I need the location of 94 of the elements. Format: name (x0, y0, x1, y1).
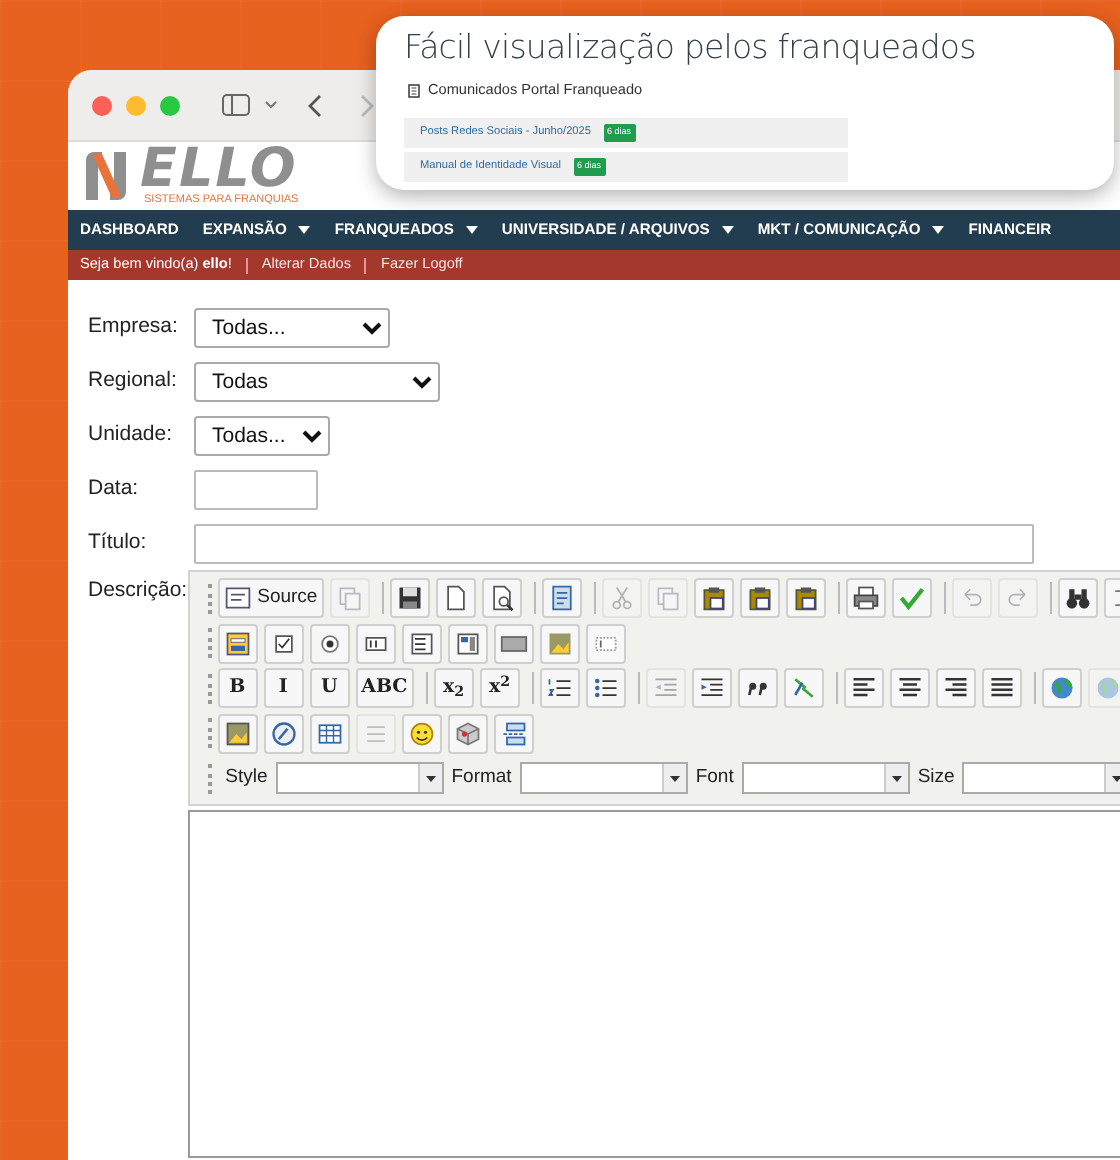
toolbar-button[interactable] (435, 578, 476, 619)
radio-icon (315, 629, 344, 658)
list-box-icon (453, 629, 482, 658)
copy-icon (335, 584, 364, 613)
sidebar-icon[interactable] (222, 94, 250, 116)
toolbar-button[interactable] (217, 713, 258, 754)
toolbar-button[interactable] (481, 578, 522, 619)
form-icon (223, 629, 252, 658)
page-break-icon (499, 719, 528, 748)
toolbar-button[interactable] (739, 578, 780, 619)
toolbar-button[interactable] (845, 578, 886, 619)
close-button[interactable] (92, 95, 112, 115)
clipboard-icon (791, 584, 820, 613)
field-label: Unidade: (88, 419, 175, 450)
logo-wordmark: ELLO (140, 145, 299, 193)
text-field[interactable] (194, 523, 1034, 563)
toolbar-button[interactable] (263, 713, 304, 754)
toolbar-button[interactable] (263, 623, 304, 664)
select-field[interactable]: Todas... (194, 307, 390, 347)
box-icon (453, 719, 482, 748)
bullet-list-icon (591, 674, 620, 703)
dropdown-field[interactable] (962, 762, 1120, 795)
toolbar-button[interactable]: x$_{2}$ (433, 668, 474, 709)
toolbar-button[interactable] (447, 623, 488, 664)
toolbar-button[interactable]: U (309, 668, 350, 709)
caret-icon (669, 775, 680, 782)
image-icon (223, 719, 252, 748)
dropdown-field[interactable] (275, 762, 444, 795)
toolbar-button[interactable] (493, 713, 534, 754)
toolbar-button[interactable]: I (263, 668, 304, 709)
toolbar-button[interactable] (935, 668, 976, 709)
dropdown-field[interactable] (741, 762, 910, 795)
field-label: Regional: (88, 365, 179, 396)
toolbar-button[interactable] (843, 668, 884, 709)
toolbar-button[interactable] (541, 578, 582, 619)
field-label: Título: (88, 527, 149, 558)
document-icon (408, 83, 420, 98)
globe-icon (1093, 674, 1120, 703)
toolbar-button[interactable] (981, 668, 1022, 709)
toolbar-button[interactable] (585, 668, 626, 709)
preview-icon (487, 584, 516, 613)
toolbar-button[interactable]: B (217, 668, 258, 709)
checkbox-icon (269, 629, 298, 658)
image-icon (545, 629, 574, 658)
toolbar-button[interactable]: Source (217, 578, 324, 619)
caret-icon (891, 775, 902, 782)
checkmark-icon (897, 584, 926, 613)
clipboard-icon (745, 584, 774, 613)
toolbar-button[interactable] (889, 668, 930, 709)
clipboard-icon (699, 584, 728, 613)
compass-icon (269, 719, 298, 748)
dropdown-label: Style (225, 764, 268, 793)
text-field[interactable] (194, 469, 318, 509)
toolbar-button[interactable] (217, 623, 258, 664)
dropdown-label: Format (451, 764, 512, 793)
binoculars-icon (1063, 584, 1092, 613)
table-icon (315, 719, 344, 748)
field-label: Descrição: (88, 576, 188, 598)
source-icon (223, 584, 252, 613)
toolbar-button[interactable] (539, 668, 580, 709)
dropdown-label: Font (695, 764, 734, 793)
toolbar-button[interactable] (691, 668, 732, 709)
copy-icon (653, 584, 682, 613)
toolbar-button[interactable] (1057, 578, 1098, 619)
text-area-icon (407, 629, 436, 658)
toolbar-button[interactable] (737, 668, 778, 709)
globe-icon (1047, 674, 1076, 703)
select-field[interactable]: Todas... (194, 415, 330, 455)
chevron-down-icon[interactable] (264, 100, 278, 110)
back-icon[interactable] (308, 93, 322, 117)
page-icon (441, 584, 470, 613)
field-label: Empresa: (88, 311, 180, 342)
arrows-icon (789, 674, 818, 703)
dropdown-label: Size (917, 764, 955, 793)
toolbar-button[interactable] (389, 578, 430, 619)
toolbar-button[interactable] (309, 713, 350, 754)
scissors-icon (607, 584, 636, 613)
smiley-icon (407, 719, 436, 748)
select-field[interactable]: Todas (194, 361, 440, 401)
popup-title: Fácil visualização pelos franqueados (404, 28, 978, 68)
toolbar-button[interactable] (693, 578, 734, 619)
toolbar-button[interactable] (401, 623, 442, 664)
printer-icon (851, 584, 880, 613)
toolbar-button[interactable] (355, 623, 396, 664)
caret-icon (425, 775, 436, 782)
dropdown-field[interactable] (519, 762, 688, 795)
field-label: Data: (88, 473, 141, 504)
document-icon (547, 584, 576, 613)
toolbar-button[interactable] (785, 578, 826, 619)
floppy-icon (395, 584, 424, 613)
caret-icon (1112, 775, 1120, 782)
toolbar-button[interactable]: x$^{2}$ (479, 668, 520, 709)
logo-mark-icon (80, 148, 132, 204)
toolbar-button[interactable]: ABC (355, 668, 414, 709)
